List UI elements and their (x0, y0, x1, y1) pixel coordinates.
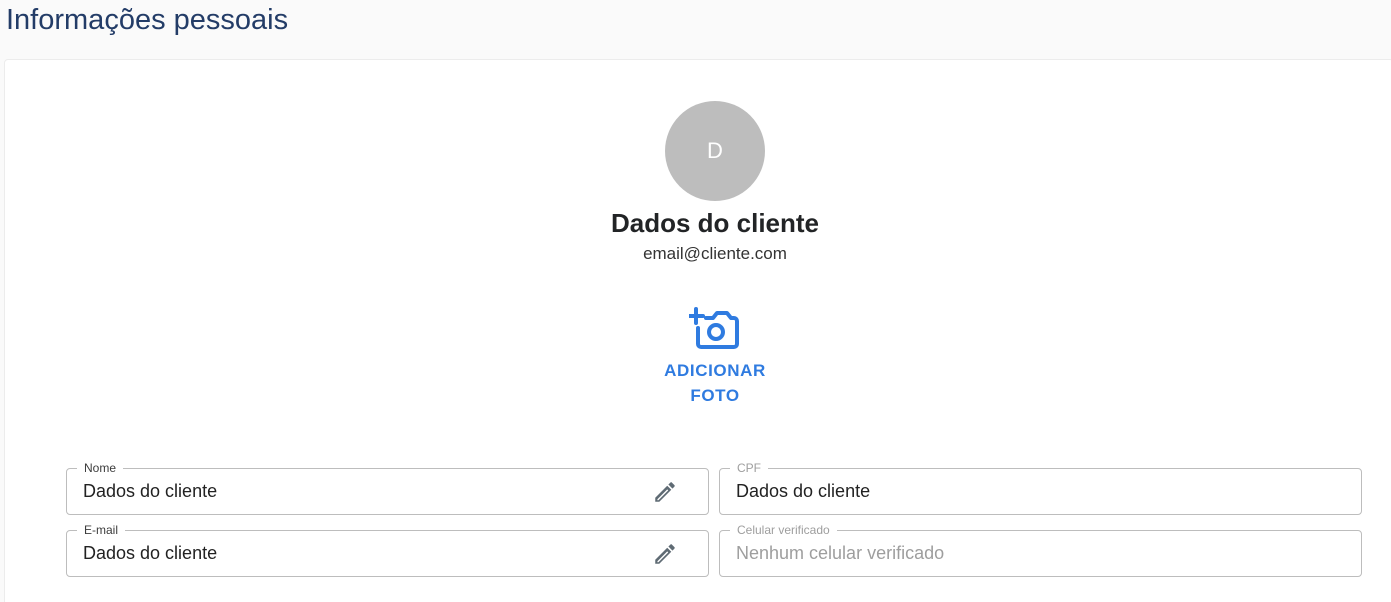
edit-nome-button[interactable] (650, 479, 680, 505)
personal-info-card: D Dados do cliente email@cliente.com ADI… (4, 59, 1391, 602)
avatar: D (665, 101, 765, 201)
celular-input (736, 543, 1276, 564)
page: Informações pessoais D Dados do cliente … (0, 0, 1391, 602)
client-name: Dados do cliente (610, 208, 820, 238)
celular-label: Celular verificado (730, 523, 837, 537)
cpf-input (736, 481, 1276, 502)
email-input[interactable] (83, 543, 623, 564)
add-photo-button[interactable]: ADICIONAR FOTO (645, 306, 785, 410)
nome-input[interactable] (83, 481, 623, 502)
pencil-icon (655, 544, 675, 564)
cpf-label: CPF (730, 461, 768, 475)
edit-email-button[interactable] (650, 541, 680, 567)
cpf-field: CPF (719, 461, 1362, 515)
nome-field: Nome (66, 461, 709, 515)
add-a-photo-icon (689, 307, 739, 349)
client-email: email@cliente.com (643, 244, 787, 263)
page-title: Informações pessoais (6, 4, 289, 36)
nome-label: Nome (77, 461, 124, 475)
email-label: E-mail (77, 523, 126, 537)
add-photo-label: ADICIONAR FOTO (664, 361, 766, 405)
pencil-icon (655, 482, 675, 502)
email-field: E-mail (66, 523, 709, 577)
celular-field: Celular verificado (719, 523, 1362, 577)
